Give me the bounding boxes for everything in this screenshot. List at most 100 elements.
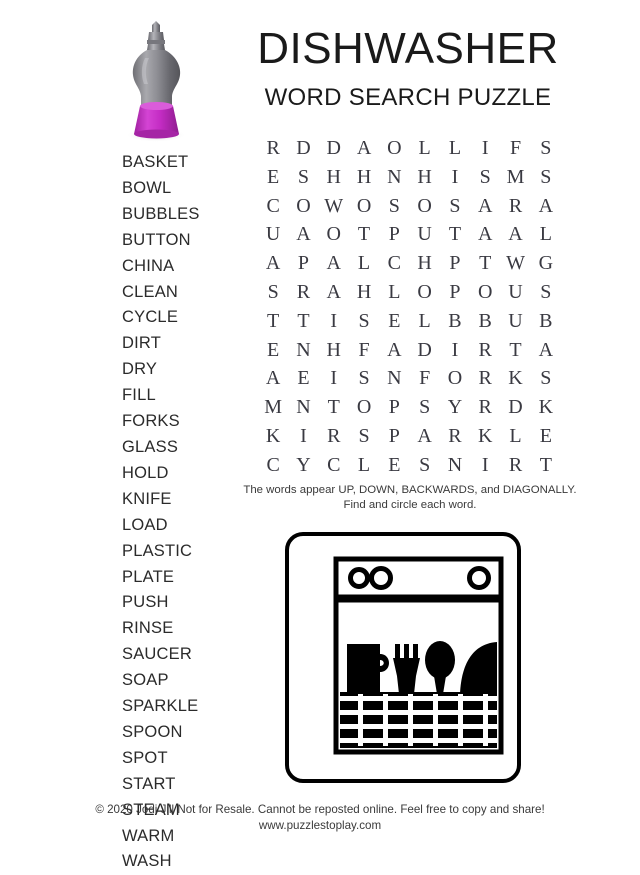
grid-letter[interactable]: T [470,249,500,278]
grid-letter[interactable]: E [379,451,409,480]
grid-letter[interactable]: A [500,220,530,249]
grid-letter[interactable]: A [288,220,318,249]
grid-letter[interactable]: C [319,451,349,480]
grid-letter[interactable]: U [500,307,530,336]
grid-letter[interactable]: R [288,278,318,307]
grid-letter[interactable]: O [349,192,379,221]
word-list-item[interactable]: PLATE [122,565,242,591]
grid-letter[interactable]: Y [440,393,470,422]
grid-letter[interactable]: G [531,249,561,278]
grid-letter[interactable]: A [531,192,561,221]
word-list-item[interactable]: BOWL [122,176,242,202]
grid-letter[interactable]: O [379,134,409,163]
grid-letter[interactable]: N [379,163,409,192]
grid-letter[interactable]: T [440,220,470,249]
grid-letter[interactable]: L [349,451,379,480]
grid-letter[interactable]: T [349,220,379,249]
word-list-item[interactable]: PUSH [122,590,242,616]
word-list-item[interactable]: GLASS [122,435,242,461]
grid-letter[interactable]: K [531,393,561,422]
grid-letter[interactable]: I [470,134,500,163]
grid-letter[interactable]: E [258,163,288,192]
grid-letter[interactable]: P [440,249,470,278]
grid-letter[interactable]: S [531,278,561,307]
grid-letter[interactable]: A [319,278,349,307]
grid-letter[interactable]: I [440,336,470,365]
grid-letter[interactable]: T [319,393,349,422]
grid-letter[interactable]: H [319,163,349,192]
grid-letter[interactable]: S [531,364,561,393]
grid-letter[interactable]: K [470,422,500,451]
grid-letter[interactable]: D [500,393,530,422]
footer-url[interactable]: www.puzzlestoplay.com [20,818,620,834]
grid-letter[interactable]: T [258,307,288,336]
grid-letter[interactable]: B [531,307,561,336]
grid-letter[interactable]: O [319,220,349,249]
grid-letter[interactable]: S [349,422,379,451]
word-list-item[interactable]: CYCLE [122,305,242,331]
grid-letter[interactable]: H [409,163,439,192]
grid-letter[interactable]: P [379,393,409,422]
grid-letter[interactable]: O [349,393,379,422]
grid-letter[interactable]: A [258,249,288,278]
grid-letter[interactable]: R [440,422,470,451]
grid-letter[interactable]: W [500,249,530,278]
grid-letter[interactable]: I [319,307,349,336]
word-list-item[interactable]: FILL [122,383,242,409]
word-list-item[interactable]: CHINA [122,254,242,280]
word-list-item[interactable]: SAUCER [122,642,242,668]
grid-letter[interactable]: P [379,220,409,249]
word-list-item[interactable]: CLEAN [122,280,242,306]
grid-letter[interactable]: N [288,393,318,422]
grid-letter[interactable]: L [349,249,379,278]
grid-letter[interactable]: T [531,451,561,480]
grid-letter[interactable]: M [500,163,530,192]
word-list-item[interactable]: BUBBLES [122,202,242,228]
grid-letter[interactable]: S [379,192,409,221]
grid-letter[interactable]: I [288,422,318,451]
grid-letter[interactable]: L [409,307,439,336]
grid-letter[interactable]: U [258,220,288,249]
grid-letter[interactable]: P [379,422,409,451]
grid-letter[interactable]: O [409,278,439,307]
grid-letter[interactable]: O [470,278,500,307]
word-list-item[interactable]: SPOON [122,720,242,746]
word-list-item[interactable]: LOAD [122,513,242,539]
word-list-item[interactable]: SPARKLE [122,694,242,720]
grid-letter[interactable]: S [258,278,288,307]
grid-letter[interactable]: A [379,336,409,365]
control-knob-3[interactable] [467,566,491,590]
grid-letter[interactable]: M [258,393,288,422]
grid-letter[interactable]: L [500,422,530,451]
grid-letter[interactable]: S [409,393,439,422]
word-list-item[interactable]: BASKET [122,150,242,176]
grid-letter[interactable]: D [409,336,439,365]
grid-letter[interactable]: E [258,336,288,365]
grid-letter[interactable]: K [500,364,530,393]
grid-letter[interactable]: A [470,220,500,249]
grid-letter[interactable]: R [500,192,530,221]
grid-letter[interactable]: B [470,307,500,336]
word-list-item[interactable]: PLASTIC [122,539,242,565]
grid-letter[interactable]: L [531,220,561,249]
grid-letter[interactable]: E [288,364,318,393]
grid-letter[interactable]: R [470,336,500,365]
grid-letter[interactable]: H [409,249,439,278]
control-knob-2[interactable] [369,566,393,590]
grid-letter[interactable]: S [440,192,470,221]
grid-letter[interactable]: N [288,336,318,365]
grid-letter[interactable]: A [531,336,561,365]
word-list-item[interactable]: RINSE [122,616,242,642]
grid-letter[interactable]: A [349,134,379,163]
grid-letter[interactable]: S [531,163,561,192]
grid-letter[interactable]: A [409,422,439,451]
grid-letter[interactable]: O [288,192,318,221]
grid-letter[interactable]: R [470,393,500,422]
grid-letter[interactable]: F [409,364,439,393]
grid-letter[interactable]: R [500,451,530,480]
grid-letter[interactable]: F [500,134,530,163]
grid-letter[interactable]: S [349,364,379,393]
grid-letter[interactable]: S [349,307,379,336]
grid-letter[interactable]: C [258,192,288,221]
grid-letter[interactable]: K [258,422,288,451]
